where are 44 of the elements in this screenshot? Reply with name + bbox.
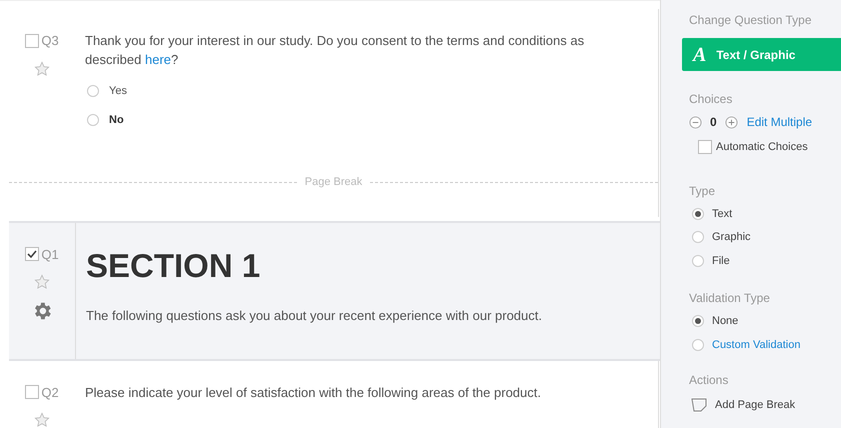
page-icon[interactable] bbox=[691, 398, 707, 412]
minus-icon[interactable] bbox=[689, 116, 702, 128]
question-text: Thank you for your interest in our study. Do you consent to the terms and conditions as described here? bbox=[85, 32, 586, 69]
choices-count: 0 bbox=[709, 114, 718, 131]
radio-label: Custom Validation bbox=[712, 338, 800, 352]
checkbox[interactable] bbox=[25, 385, 40, 400]
radio-label: Graphic bbox=[712, 230, 751, 245]
letter-a-icon: A bbox=[693, 44, 706, 64]
checkbox[interactable] bbox=[25, 34, 40, 48]
checkbox[interactable] bbox=[698, 140, 712, 154]
checkbox[interactable] bbox=[25, 247, 40, 262]
choice-label: No bbox=[109, 112, 124, 128]
checkbox-label: Automatic Choices bbox=[716, 140, 808, 155]
radio-button[interactable] bbox=[692, 338, 704, 351]
page-break-label: Page Break bbox=[304, 175, 364, 190]
section-label: Choices bbox=[689, 91, 734, 108]
question-type-button[interactable]: A Text / Graphic bbox=[682, 38, 841, 71]
radio-button[interactable] bbox=[692, 231, 704, 244]
radio-button[interactable] bbox=[692, 254, 704, 267]
question-number: Q2 bbox=[41, 384, 59, 402]
section-description: The following questions ask you about your recent experience with our product. bbox=[86, 306, 542, 325]
section-label: Type bbox=[689, 182, 716, 200]
edit-multiple-link[interactable]: Edit Multiple bbox=[746, 113, 812, 131]
plus-icon[interactable] bbox=[724, 116, 738, 128]
action-link[interactable]: Add Page Break bbox=[715, 397, 796, 414]
star-icon[interactable] bbox=[34, 60, 50, 76]
question-number: Q1 bbox=[41, 246, 59, 264]
section-label: Validation Type bbox=[689, 290, 771, 307]
star-icon[interactable] bbox=[34, 412, 50, 428]
radio-label: None bbox=[712, 314, 738, 329]
section-label: Change Question Type bbox=[688, 12, 813, 29]
terms-link[interactable]: here bbox=[144, 52, 172, 67]
radio-button[interactable] bbox=[692, 208, 704, 220]
radio-button[interactable] bbox=[87, 114, 99, 126]
star-icon[interactable] bbox=[34, 274, 50, 290]
question-number: Q3 bbox=[41, 32, 59, 50]
section-label: Actions bbox=[689, 372, 730, 389]
radio-button[interactable] bbox=[692, 315, 704, 328]
radio-label: Text bbox=[712, 206, 732, 222]
section-heading: SECTION 1 bbox=[86, 248, 262, 282]
question-text: Please indicate your level of satisfaction with the following areas of the product. bbox=[85, 384, 541, 402]
choice-label: Yes bbox=[109, 84, 127, 99]
radio-label: File bbox=[712, 254, 730, 268]
radio-button[interactable] bbox=[87, 85, 99, 98]
